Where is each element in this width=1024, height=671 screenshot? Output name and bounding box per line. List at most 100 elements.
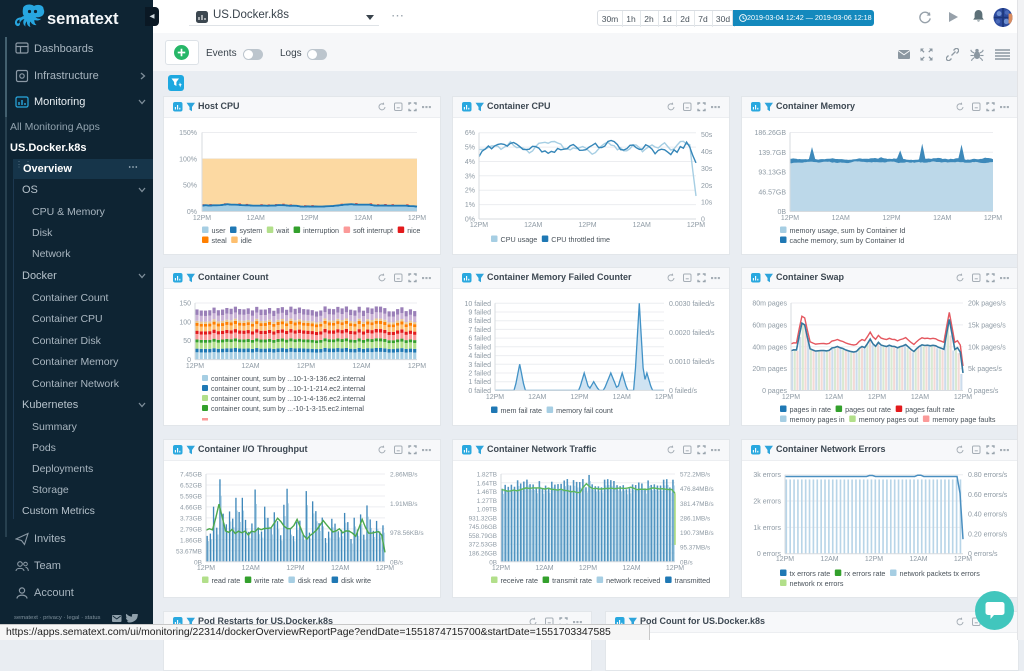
svg-text:40s: 40s	[701, 149, 713, 156]
svg-text:7 failed: 7 failed	[468, 327, 491, 334]
svg-text:186.26GB: 186.26GB	[754, 130, 786, 137]
svg-text:5%: 5%	[465, 145, 475, 152]
svg-text:12AM: 12AM	[242, 565, 260, 572]
svg-text:0.0030 failed/s: 0.0030 failed/s	[669, 301, 715, 308]
svg-text:381.47MB/s: 381.47MB/s	[680, 501, 714, 508]
svg-text:3.73GB: 3.73GB	[180, 515, 202, 522]
svg-text:2 failed: 2 failed	[468, 370, 491, 377]
svg-text:12AM: 12AM	[820, 556, 838, 563]
svg-text:1.86GB: 1.86GB	[180, 537, 202, 544]
svg-text:CPU throttled time: CPU throttled time	[551, 235, 610, 244]
svg-text:2.86MB/s: 2.86MB/s	[390, 472, 418, 479]
svg-text:20m pages: 20m pages	[752, 366, 787, 373]
svg-text:12AM: 12AM	[354, 215, 372, 222]
svg-text:3%: 3%	[465, 173, 475, 180]
svg-text:steal: steal	[212, 236, 228, 245]
svg-text:memory usage, sum by Container: memory usage, sum by Container Id	[790, 226, 906, 235]
svg-text:sematext: sematext	[47, 10, 119, 28]
svg-text:write rate: write rate	[253, 576, 284, 585]
svg-text:12PM: 12PM	[687, 222, 705, 229]
svg-text:12PM: 12PM	[570, 394, 588, 401]
svg-text:pages in rate: pages in rate	[790, 405, 832, 414]
svg-text:12PM: 12PM	[579, 565, 597, 572]
svg-text:0 pages/s: 0 pages/s	[968, 388, 999, 395]
svg-text:transmitted: transmitted	[675, 576, 711, 585]
svg-text:139.7GB: 139.7GB	[758, 150, 786, 157]
svg-text:20k pages/s: 20k pages/s	[968, 301, 1006, 308]
svg-text:1k errors: 1k errors	[753, 525, 781, 532]
svg-text:12PM: 12PM	[954, 394, 972, 401]
svg-text:12PM: 12PM	[470, 222, 488, 229]
svg-text:container count, sum by ...10-: container count, sum by ...10-1-4-136.ec…	[211, 396, 366, 403]
svg-text:3 failed: 3 failed	[468, 362, 491, 369]
svg-text:12AM: 12AM	[825, 394, 843, 401]
svg-text:network rx errors: network rx errors	[790, 579, 844, 588]
svg-text:disk read: disk read	[298, 576, 327, 585]
svg-text:user: user	[212, 226, 227, 235]
svg-text:5k pages/s: 5k pages/s	[968, 366, 1002, 373]
svg-text:12PM: 12PM	[868, 394, 886, 401]
svg-text:wait: wait	[275, 226, 289, 235]
svg-text:6.52GB: 6.52GB	[180, 482, 202, 489]
svg-text:372.53GB: 372.53GB	[469, 542, 497, 549]
svg-text:mem fail rate: mem fail rate	[501, 406, 543, 415]
svg-text:286.1MB/s: 286.1MB/s	[680, 515, 710, 522]
svg-text:12PM: 12PM	[376, 565, 394, 572]
svg-text:12AM: 12AM	[832, 215, 850, 222]
svg-text:network received: network received	[606, 576, 660, 585]
svg-text:15k pages/s: 15k pages/s	[968, 322, 1006, 329]
svg-text:disk write: disk write	[341, 576, 371, 585]
svg-text:12PM: 12PM	[776, 556, 794, 563]
svg-text:12AM: 12AM	[622, 565, 640, 572]
svg-text:60m pages: 60m pages	[752, 322, 787, 329]
svg-text:12PM: 12PM	[655, 394, 673, 401]
svg-text:3k errors: 3k errors	[753, 472, 781, 479]
svg-text:container count, sum by ...10-: container count, sum by ...10-1-3-136.ec…	[211, 376, 366, 383]
svg-text:931.32GB: 931.32GB	[469, 515, 497, 522]
svg-text:10s: 10s	[701, 200, 713, 207]
svg-text:pages out rate: pages out rate	[845, 405, 891, 414]
svg-text:476.84MB/s: 476.84MB/s	[680, 486, 714, 493]
svg-text:6%: 6%	[465, 130, 475, 137]
svg-text:12PM: 12PM	[781, 215, 799, 222]
svg-text:150%: 150%	[179, 130, 197, 137]
svg-text:558.79GB: 558.79GB	[469, 533, 497, 540]
svg-text:572.2MB/s: 572.2MB/s	[680, 472, 710, 479]
svg-text:12PM: 12PM	[408, 363, 426, 370]
svg-text:93.13GB: 93.13GB	[758, 170, 786, 177]
svg-text:1 failed: 1 failed	[468, 379, 491, 386]
svg-text:read rate: read rate	[212, 576, 241, 585]
svg-text:12PM: 12PM	[197, 565, 215, 572]
svg-text:12PM: 12PM	[193, 215, 211, 222]
svg-text:1%: 1%	[465, 202, 475, 209]
svg-text:190.73MB/s: 190.73MB/s	[680, 530, 714, 537]
svg-text:network packets tx errors: network packets tx errors	[900, 569, 981, 578]
svg-text:12PM: 12PM	[408, 215, 426, 222]
svg-text:0 errors/s: 0 errors/s	[968, 551, 998, 558]
svg-text:12PM: 12PM	[297, 363, 315, 370]
svg-text:7.45GB: 7.45GB	[180, 472, 202, 479]
svg-text:memory pages in: memory pages in	[790, 415, 845, 424]
svg-text:12PM: 12PM	[300, 215, 318, 222]
svg-text:5 failed: 5 failed	[468, 344, 491, 351]
svg-text:12AM: 12AM	[247, 215, 265, 222]
svg-text:1.09TB: 1.09TB	[477, 507, 497, 514]
svg-text:46.57GB: 46.57GB	[758, 189, 786, 196]
svg-text:12PM: 12PM	[286, 565, 304, 572]
svg-text:0.80 errors/s: 0.80 errors/s	[968, 472, 1008, 479]
svg-text:100: 100	[179, 319, 191, 326]
svg-text:95.37MB/s: 95.37MB/s	[680, 545, 710, 552]
svg-text:0.40 errors/s: 0.40 errors/s	[968, 512, 1008, 519]
svg-text:2k errors: 2k errors	[753, 499, 781, 506]
svg-text:12AM: 12AM	[241, 363, 259, 370]
svg-text:12AM: 12AM	[524, 222, 542, 229]
svg-text:8 failed: 8 failed	[468, 318, 491, 325]
svg-text:container count, sum by ...10-: container count, sum by ...10-1-1-214.ec…	[211, 386, 366, 393]
svg-text:transmit rate: transmit rate	[552, 576, 592, 585]
svg-text:4.66GB: 4.66GB	[180, 504, 202, 511]
svg-text:12AM: 12AM	[909, 556, 927, 563]
svg-text:6 failed: 6 failed	[468, 336, 491, 343]
svg-text:soft interrupt: soft interrupt	[353, 226, 393, 235]
svg-text:12PM: 12PM	[865, 556, 883, 563]
svg-text:50: 50	[183, 338, 191, 345]
